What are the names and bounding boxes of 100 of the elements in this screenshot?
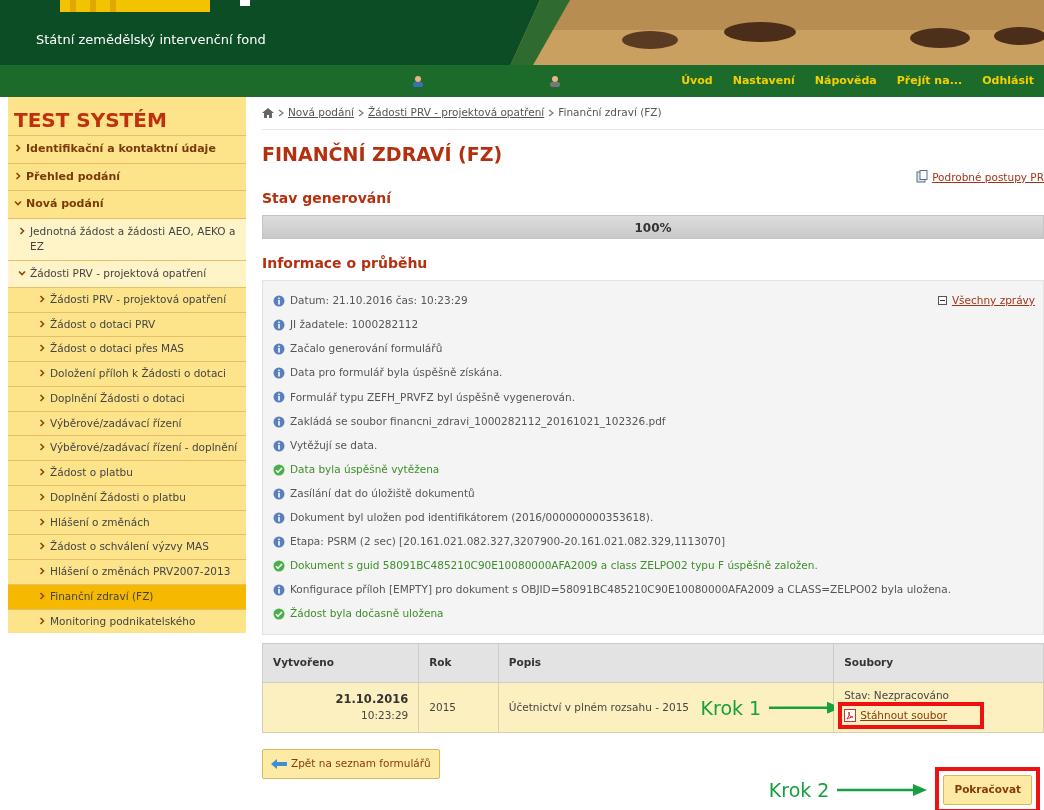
info-icon <box>273 439 285 452</box>
check-icon <box>273 463 285 476</box>
chevron-icon <box>38 369 46 377</box>
sidebar-item[interactable]: Monitoring podnikatelského <box>8 608 246 634</box>
help-link[interactable]: Podrobné postupy PR <box>932 170 1044 186</box>
step-label: Krok 2 <box>768 777 830 803</box>
progress-reading: 100% <box>633 220 673 237</box>
chevron-icon <box>548 108 555 117</box>
info-icon <box>273 367 285 380</box>
table-cell: Účetnictví v plném rozsahu - 2015 <box>508 700 689 713</box>
log-message: Datum: 21.10.2016 čas: 10:23:29 <box>290 293 468 309</box>
breadcrumb-current: Finanční zdraví (FZ) <box>558 105 662 120</box>
site-subtitle: Státní zemědělský intervenční fond <box>36 31 266 49</box>
chevron-icon <box>38 443 46 452</box>
log-message: Dokument byl uložen pod identifikátorem (2016/000000000353618). <box>290 510 654 525</box>
step-label: Krok 1 <box>700 695 762 721</box>
chevron-icon <box>38 294 46 303</box>
sidebar-item[interactable]: Jednotná žádost a žádosti AEO, AEKO a EZ <box>8 217 246 260</box>
sidebar-item[interactable]: Výběrové/zadávací řízení - doplnění <box>8 435 246 460</box>
info-icon <box>273 343 285 356</box>
log-message: Začalo generování formulářů <box>290 341 443 357</box>
logo-icon <box>60 0 250 14</box>
chevron-icon <box>38 418 46 427</box>
arrow-icon <box>837 783 928 796</box>
log-message: Žádost byla dočasně uložena <box>290 606 444 622</box>
check-icon <box>273 560 285 573</box>
chevron-icon <box>38 517 46 526</box>
nav-link[interactable]: Nastavení <box>722 72 805 90</box>
sidebar-item[interactable]: Žádost o dotaci přes MAS <box>8 336 246 361</box>
info-icon <box>273 319 285 332</box>
sidebar-item[interactable]: Doplnění Žádosti o dotaci <box>8 385 246 411</box>
check-icon <box>273 608 285 621</box>
sidebar-item[interactable]: Žádost o schválení výzvy MAS <box>8 534 246 559</box>
sidebar-item[interactable]: Hlášení o změnách PRV2007-2013 <box>8 559 246 584</box>
chevron-icon <box>278 108 284 117</box>
log-message: Formulář typu ZEFH_PRVFZ byl úspěšně vygenerován. <box>290 389 576 406</box>
collapse-icon[interactable] <box>937 296 947 306</box>
sidebar-item[interactable]: Žádost o dotaci PRV <box>8 311 246 337</box>
continue-button[interactable]: Pokračovat <box>943 775 1032 805</box>
section-heading: Informace o průběhu <box>262 254 429 273</box>
log-message: Vytěžují se data. <box>290 437 378 453</box>
nav-link[interactable]: Přejít na... <box>886 72 973 90</box>
nav-link[interactable]: Odhlásit <box>972 72 1044 90</box>
date-text: 21.10.2016 <box>334 691 409 709</box>
sidebar-item[interactable]: Finanční zdraví (FZ) <box>8 583 246 609</box>
pdf-icon <box>844 708 857 722</box>
chevron-icon <box>18 269 26 277</box>
chevron-icon <box>38 591 46 600</box>
log-message: Data byla úspěšně vytěžena <box>290 461 440 477</box>
user-icon[interactable] <box>412 75 425 87</box>
home-icon[interactable] <box>262 107 274 118</box>
breadcrumb-link[interactable]: Nová podání <box>288 105 355 121</box>
chevron-icon <box>358 108 365 117</box>
sidebar-item[interactable]: Přehled podání <box>8 162 246 190</box>
all-messages-link[interactable]: Všechny zprávy <box>951 293 1035 309</box>
sidebar-item[interactable]: Identifikační a kontaktní údaje <box>8 135 246 163</box>
chevron-icon <box>38 468 46 476</box>
back-button[interactable]: Zpět na seznam formulářů <box>262 749 440 779</box>
info-icon <box>273 295 285 308</box>
user-icon[interactable] <box>549 75 562 87</box>
info-icon <box>273 536 285 548</box>
sidebar-item[interactable]: Výběrové/zadávací řízení <box>8 410 246 436</box>
log-message: Data pro formulář byla úspěšně získána. <box>290 365 503 381</box>
log-message: Zasílání dat do úložiště dokumentů <box>290 485 475 501</box>
column-header: Rok <box>418 643 499 683</box>
nav-link[interactable]: Úvod <box>671 72 723 90</box>
sidebar-item[interactable]: Žádost o platbu <box>8 460 246 485</box>
info-icon <box>273 415 285 428</box>
sidebar-item[interactable]: Žádosti PRV - projektová opatření <box>8 260 246 287</box>
chevron-icon <box>38 319 46 328</box>
section-heading: Stav generování <box>262 189 393 208</box>
column-header: Popis <box>498 643 834 683</box>
sidebar-item[interactable]: Hlášení o změnách <box>8 509 246 535</box>
document-icon <box>916 170 929 184</box>
page-title: FINANČNÍ ZDRAVÍ (FZ) <box>262 141 504 167</box>
column-header: Soubory <box>833 643 1044 683</box>
chevron-icon <box>38 492 46 501</box>
log-message: Etapa: PSRM (2 sec) [20.161.021.082.327,3207900-20.161.021.082.329,1113070] <box>290 534 726 550</box>
time-text: 10:23:29 <box>360 708 409 724</box>
chevron-icon <box>38 542 46 551</box>
sidebar-item[interactable]: Žádosti PRV - projektová opatření <box>8 286 246 312</box>
chevron-icon <box>38 616 46 625</box>
info-icon <box>273 487 285 500</box>
log-message: Zakládá se soubor financni_zdravi_1000282112_20161021_102326.pdf <box>290 413 666 430</box>
info-icon <box>273 391 285 404</box>
sidebar-item[interactable]: Doložení příloh k Žádosti o dotaci <box>8 361 246 386</box>
download-link[interactable]: Stáhnout soubor <box>860 707 948 724</box>
log-message: Konfigurace příloh [EMPTY] pro dokument s OBJID=58091BC485210C90E10080000AFA2009 a CLASS=ZELPO02 byla uložena. <box>290 582 952 598</box>
table-cell: 2015 <box>418 682 499 733</box>
breadcrumb-link[interactable]: Žádosti PRV - projektová opatření <box>368 105 545 121</box>
sidebar-item[interactable]: Doplnění Žádosti o platbu <box>8 484 246 510</box>
log-message: Dokument s guid 58091BC485210C90E10080000AFA2009 a class ZELPO02 typu F úspěšně založen. <box>290 558 818 574</box>
sidebar-title: TEST SYSTÉM <box>13 107 168 134</box>
chevron-icon <box>14 171 22 180</box>
nav-link[interactable]: Nápověda <box>804 72 887 90</box>
chevron-icon <box>38 393 46 402</box>
sidebar-item[interactable]: Nová podání <box>8 190 246 218</box>
chevron-icon <box>18 226 26 235</box>
chevron-icon <box>14 199 22 207</box>
column-header: Vytvořeno <box>262 643 419 683</box>
